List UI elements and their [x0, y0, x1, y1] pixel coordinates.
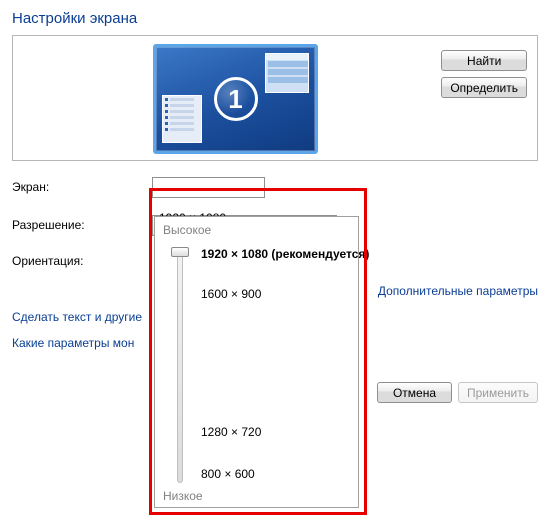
orientation-label: Ориентация: [12, 254, 152, 268]
monitor-number: 1 [214, 77, 258, 121]
resolution-slider-thumb[interactable] [171, 247, 189, 257]
screen-input[interactable] [152, 177, 265, 198]
screen-label: Экран: [12, 180, 152, 194]
which-params-link[interactable]: Какие параметры мон [12, 336, 134, 350]
text-size-link[interactable]: Сделать текст и другие [12, 310, 142, 324]
apply-button: Применить [458, 382, 538, 403]
advanced-settings-link[interactable]: Дополнительные параметры [378, 284, 538, 298]
resolution-option[interactable]: 1280 × 720 [201, 425, 261, 439]
cancel-button[interactable]: Отмена [377, 382, 452, 403]
preview-window-icon [162, 95, 202, 143]
resolution-label: Разрешение: [12, 218, 152, 232]
resolution-dropdown[interactable]: Высокое 1920 × 1080 (рекомендуется) 1600… [154, 216, 359, 508]
resolution-slider-track[interactable] [177, 251, 183, 483]
monitor-preview-panel: 1 Найти Определить [12, 35, 538, 161]
resolution-option[interactable]: 1600 × 900 [201, 287, 261, 301]
resolution-option[interactable]: 800 × 600 [201, 467, 255, 481]
resolution-high-caption: Высокое [163, 223, 350, 237]
preview-window-icon [265, 53, 309, 93]
monitor-1[interactable]: 1 [153, 44, 318, 154]
find-button[interactable]: Найти [441, 50, 527, 71]
resolution-option[interactable]: 1920 × 1080 (рекомендуется) [201, 247, 369, 261]
resolution-low-caption: Низкое [163, 489, 203, 503]
detect-button[interactable]: Определить [441, 77, 527, 98]
page-title: Настройки экрана [12, 10, 538, 27]
